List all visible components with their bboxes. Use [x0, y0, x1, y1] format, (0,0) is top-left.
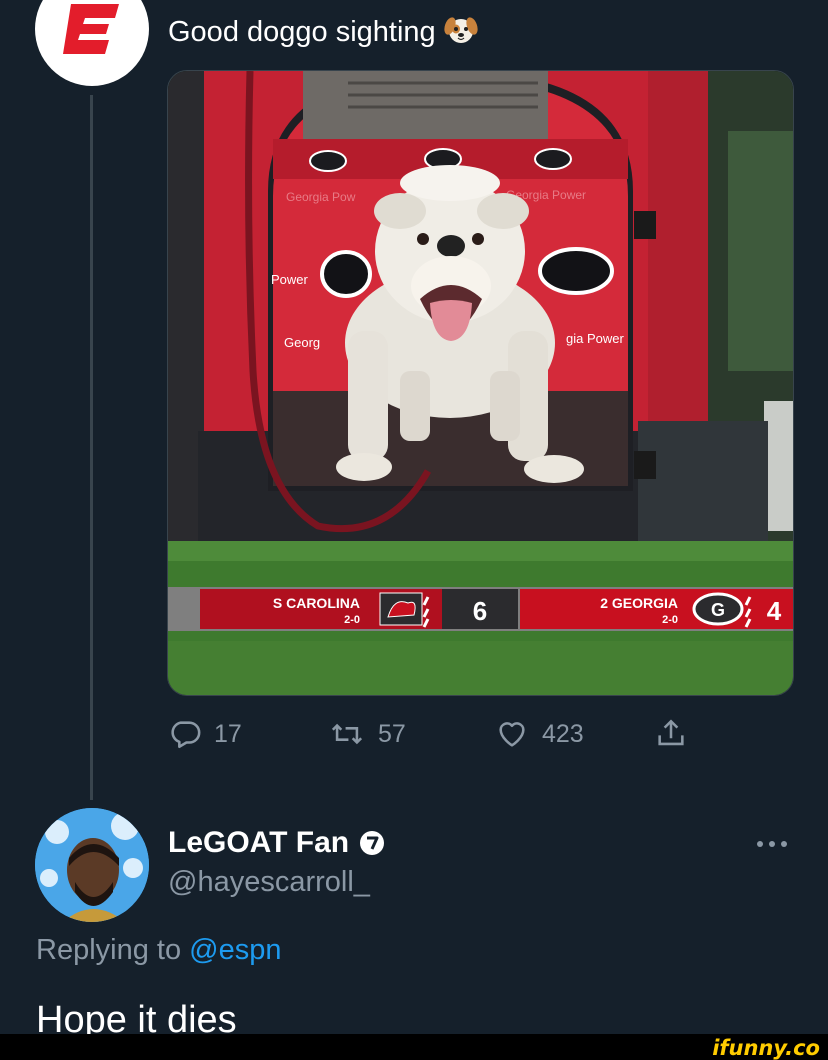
bulldog-doghouse-photo: Georgia Pow Georgia Power Power Georg gi… — [168, 71, 793, 695]
like-button[interactable]: 423 — [494, 712, 584, 756]
retweet-button[interactable]: 57 — [328, 712, 406, 756]
banner-georgia-left: Georg — [284, 335, 320, 350]
reply-author-handle[interactable]: @hayescarroll_ — [168, 866, 370, 899]
scoreboard-away-team: S CAROLINA — [273, 595, 360, 611]
svg-text:G: G — [711, 600, 725, 620]
share-icon — [658, 719, 684, 746]
espn-logo-icon — [63, 4, 119, 54]
scoreboard-home-team: 2 GEORGIA — [600, 595, 678, 611]
scoreboard-away-score: 6 — [473, 596, 487, 626]
scoreboard-away-record: 2-0 — [344, 614, 360, 626]
scoreboard-home-score: 4 — [767, 596, 782, 626]
reply-author[interactable]: LeGOAT Fan — [168, 826, 385, 860]
replying-to-prefix: Replying to — [36, 934, 182, 966]
watermark-bar: ifunny.co — [0, 1034, 828, 1060]
reply-user-avatar[interactable] — [35, 808, 149, 922]
reply-button[interactable]: 17 — [168, 712, 242, 756]
share-button[interactable] — [654, 712, 700, 756]
retweet-icon — [331, 723, 363, 745]
reply-icon — [171, 721, 201, 749]
user-photo — [35, 808, 149, 922]
replying-to: Replying to @espn — [36, 934, 281, 967]
tweet-media-image[interactable]: Georgia Pow Georgia Power Power Georg gi… — [167, 70, 794, 696]
replying-to-mention-link[interactable]: @espn — [189, 934, 281, 966]
tweet-action-bar: 17 57 423 — [168, 712, 728, 756]
thread-line — [90, 95, 93, 800]
heart-icon — [499, 722, 525, 747]
reply-count: 17 — [214, 719, 242, 748]
scoreboard-home-record: 2-0 — [662, 614, 678, 626]
more-options-icon[interactable] — [752, 826, 792, 862]
tweet-text: Good doggo sighting — [168, 12, 478, 52]
espn-avatar[interactable] — [35, 0, 149, 86]
verified-badge-icon — [360, 831, 385, 855]
reply-author-name: LeGOAT Fan — [168, 826, 350, 859]
like-count: 423 — [542, 719, 584, 748]
retweet-count: 57 — [378, 719, 406, 748]
tweet-text-content: Good doggo sighting — [168, 16, 436, 48]
banner-power-right: gia Power — [566, 331, 624, 346]
banner-power-left: Power — [271, 272, 309, 287]
ifunny-watermark: ifunny.co — [712, 1036, 820, 1060]
dog-face-emoji-icon — [444, 17, 478, 43]
banner-georgia-power-top: Georgia Pow — [286, 190, 356, 204]
